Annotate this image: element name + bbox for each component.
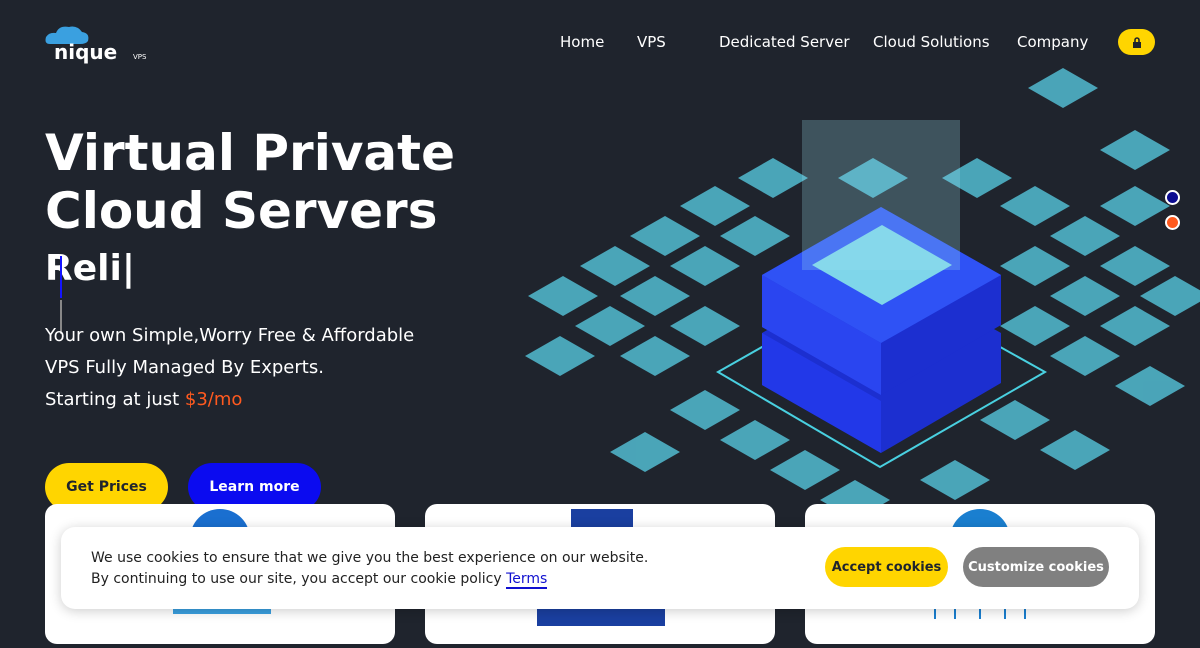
terms-link[interactable]: Terms <box>506 571 548 589</box>
slider-dot-1[interactable] <box>1165 190 1180 205</box>
lock-icon <box>1132 36 1141 48</box>
subtitle-line-1: Your own Simple,Worry Free & Affordable <box>45 325 415 346</box>
starting-text: Starting at just <box>45 389 185 410</box>
price: $3/mo <box>184 389 243 410</box>
cookie-banner: We use cookies to ensure that we give yo… <box>61 527 1139 609</box>
nav-home[interactable]: Home <box>560 33 604 51</box>
server-illustration <box>525 68 1200 520</box>
slider-dot-2[interactable] <box>1165 215 1180 230</box>
cookie-line-2: By continuing to use our site, you accep… <box>91 569 648 590</box>
hero-subtitle: Your own Simple,Worry Free & Affordable … <box>45 320 414 416</box>
subtitle-line-3: Starting at just $3/mo <box>45 384 414 416</box>
login-button[interactable] <box>1118 29 1155 55</box>
nav-vps[interactable]: VPS <box>637 33 666 51</box>
customize-cookies-button[interactable]: Customize cookies <box>963 547 1109 587</box>
cookie-line-1: We use cookies to ensure that we give yo… <box>91 550 649 566</box>
cookie-message: We use cookies to ensure that we give yo… <box>91 548 648 590</box>
nav-cloud-solutions[interactable]: Cloud Solutions <box>873 33 990 51</box>
nav-dedicated-server[interactable]: Dedicated Server <box>719 33 850 51</box>
logo-suffix: VPS <box>133 53 147 61</box>
accept-cookies-button[interactable]: Accept cookies <box>825 547 948 587</box>
nav-company[interactable]: Company <box>1017 33 1088 51</box>
subtitle-line-2: VPS Fully Managed By Experts. <box>45 357 324 378</box>
hero-title: Virtual Private Cloud Servers <box>45 124 455 240</box>
text-cursor <box>60 256 62 298</box>
typed-text: Reli| <box>45 248 135 289</box>
cookie-policy-text: By continuing to use our site, you accep… <box>91 571 507 587</box>
main-nav: Home VPS Dedicated Server Cloud Solution… <box>0 33 1200 53</box>
